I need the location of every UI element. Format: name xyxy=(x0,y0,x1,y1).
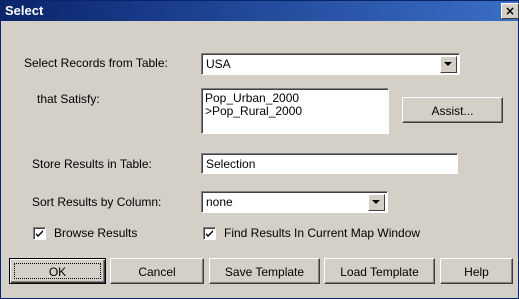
sort-dropdown[interactable]: none xyxy=(201,191,388,213)
browse-results-label: Browse Results xyxy=(54,226,138,240)
store-results-value: Selection xyxy=(206,157,256,171)
chevron-down-icon[interactable] xyxy=(440,56,457,73)
load-template-button[interactable]: Load Template xyxy=(324,258,435,284)
table-dropdown[interactable]: USA xyxy=(201,53,460,75)
sort-label: Sort Results by Column: xyxy=(32,195,162,209)
condition-textarea[interactable]: Pop_Urban_2000 >Pop_Rural_2000 xyxy=(201,88,389,134)
condition-line-2: >Pop_Rural_2000 xyxy=(205,104,303,118)
table-label: Select Records from Table: xyxy=(24,56,168,70)
table-dropdown-value: USA xyxy=(206,57,231,71)
checkmark-icon xyxy=(36,230,43,237)
title-bar[interactable]: Select × xyxy=(1,1,519,21)
satisfy-label: that Satisfy: xyxy=(37,92,100,106)
chevron-down-icon[interactable] xyxy=(368,194,385,211)
ok-button[interactable]: OK xyxy=(9,258,106,284)
save-template-button[interactable]: Save Template xyxy=(209,258,320,284)
store-results-field[interactable]: Selection xyxy=(201,153,458,174)
browse-results-checkbox[interactable] xyxy=(33,227,46,240)
dialog-title: Select xyxy=(5,3,44,18)
store-label: Store Results in Table: xyxy=(32,157,152,171)
checkmark-icon xyxy=(206,230,213,237)
close-button[interactable]: × xyxy=(501,3,519,19)
help-button[interactable]: Help xyxy=(440,258,513,284)
sort-dropdown-value: none xyxy=(206,195,233,209)
cancel-button[interactable]: Cancel xyxy=(110,258,204,284)
assist-button[interactable]: Assist... xyxy=(402,97,503,123)
find-results-label: Find Results In Current Map Window xyxy=(224,226,421,240)
find-results-checkbox[interactable] xyxy=(203,227,216,240)
focus-rect xyxy=(14,263,101,279)
select-dialog: Select × Select Records from Table: USA … xyxy=(0,0,519,299)
